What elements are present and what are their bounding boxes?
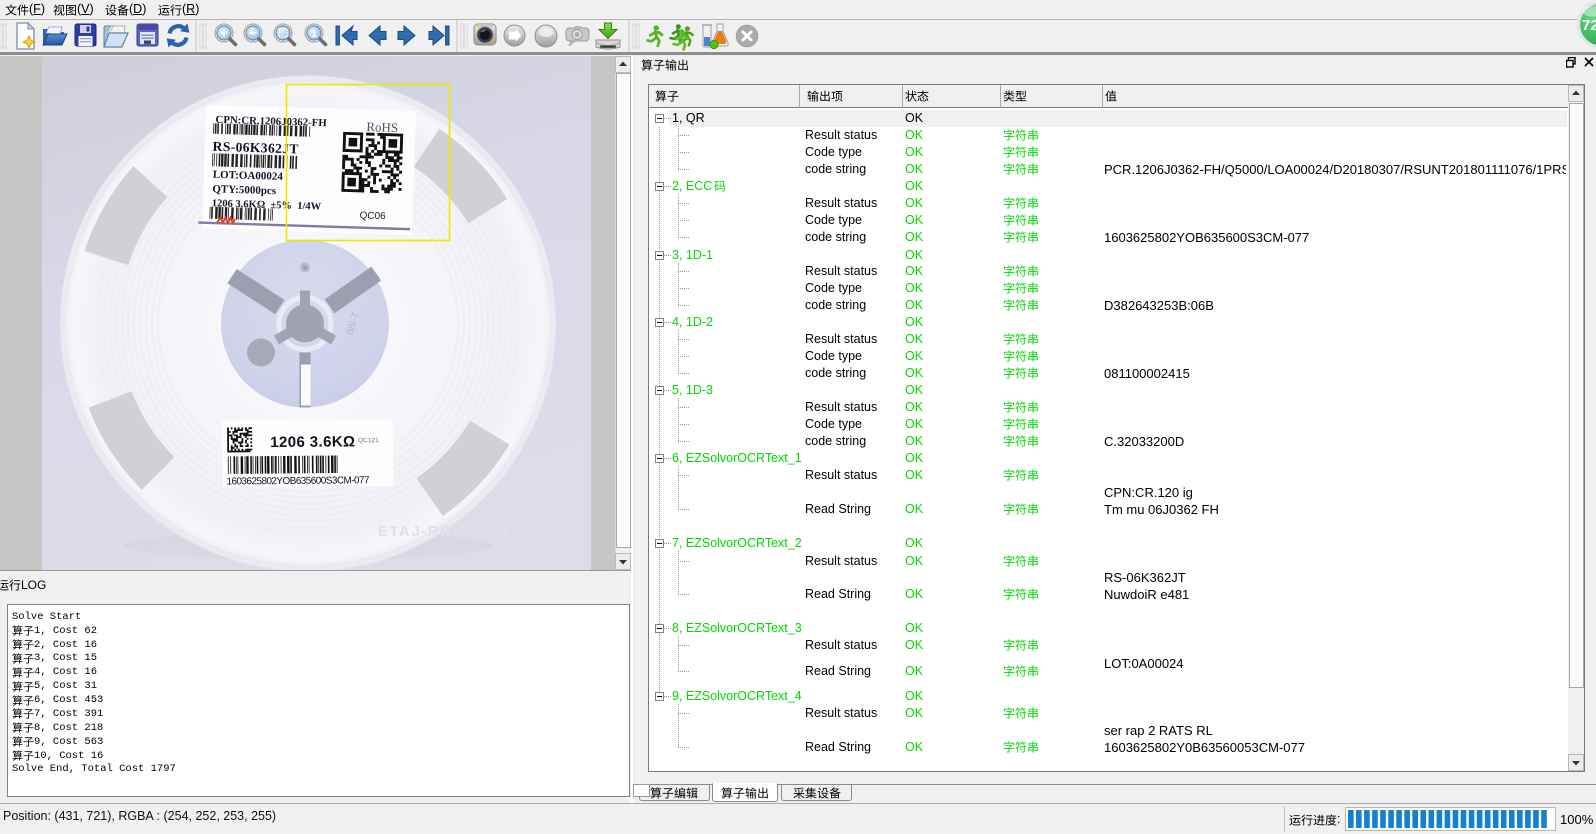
svg-text:1206 3.6KΩ: 1206 3.6KΩ <box>270 433 355 451</box>
svg-text:QC121: QC121 <box>358 437 379 444</box>
svg-text:QTY:5000pcs: QTY:5000pcs <box>212 183 277 197</box>
svg-text:RoHS: RoHS <box>366 119 398 135</box>
svg-text:1: 1 <box>311 28 317 40</box>
svg-text:LOT:OA00024: LOT:OA00024 <box>213 168 284 182</box>
svg-text:ETAJ-RRM 08 B: ETAJ-RRM 08 B <box>378 523 510 540</box>
svg-text:QC06: QC06 <box>359 210 386 222</box>
svg-text:72: 72 <box>1582 17 1596 34</box>
svg-text:1603625802YOB635600S3CM-077: 1603625802YOB635600S3CM-077 <box>226 475 370 487</box>
